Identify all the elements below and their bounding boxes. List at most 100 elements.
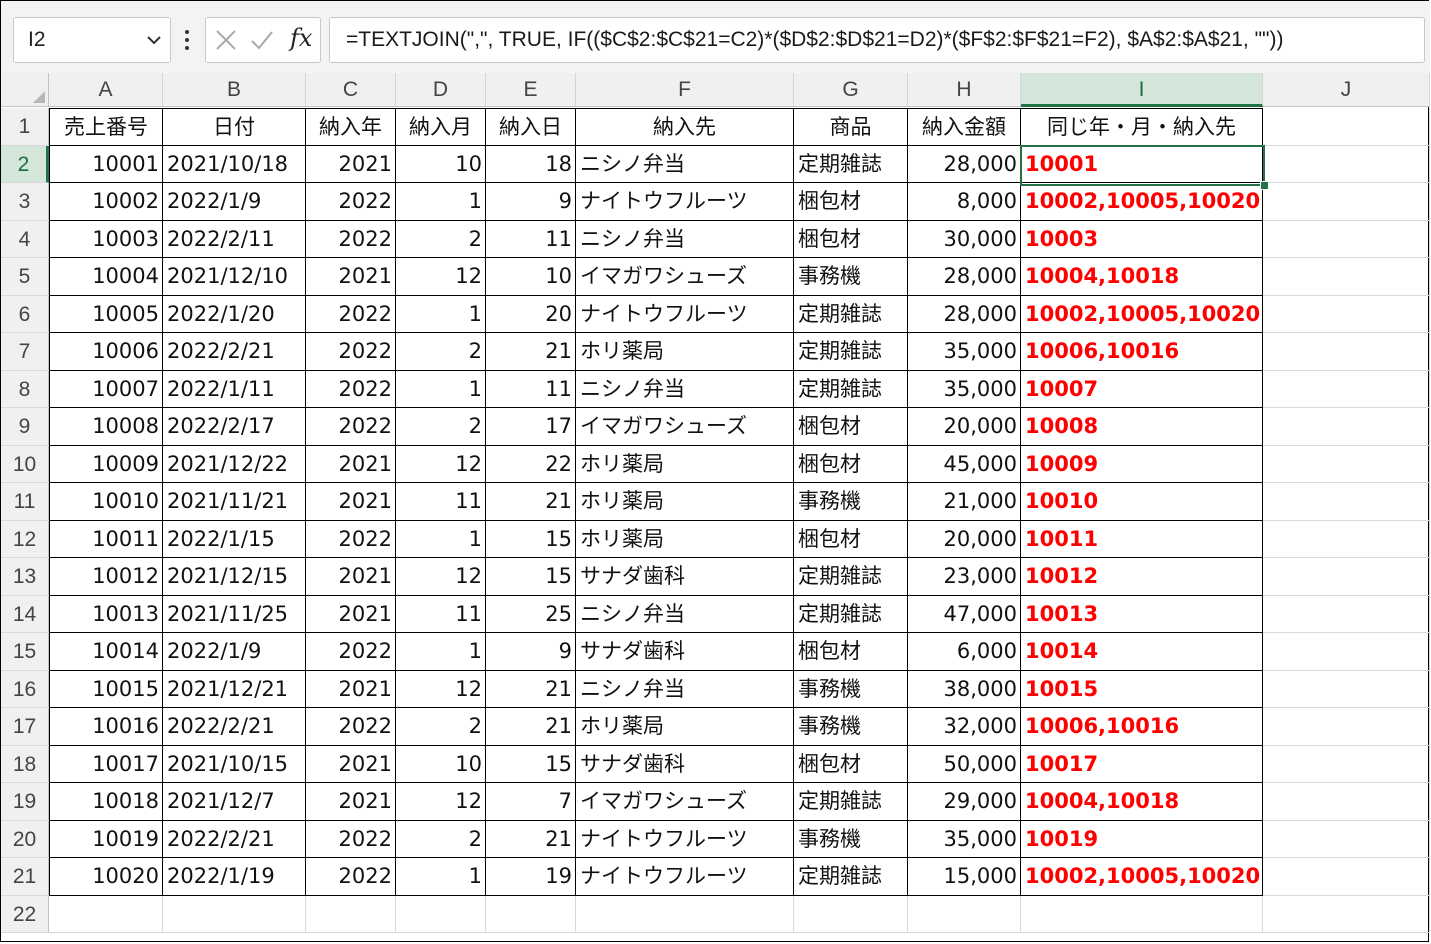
cell-C5[interactable]: 2021: [306, 258, 396, 296]
cell-F2[interactable]: ニシノ弁当: [576, 145, 794, 183]
cell-H9[interactable]: 20,000: [908, 408, 1021, 446]
cell-E17[interactable]: 21: [486, 708, 576, 746]
cell-A8[interactable]: 10007: [49, 370, 163, 408]
cell-E16[interactable]: 21: [486, 670, 576, 708]
row-header-20[interactable]: 20: [1, 820, 49, 858]
cell-A10[interactable]: 10009: [49, 445, 163, 483]
cell-E13[interactable]: 15: [486, 558, 576, 596]
cell-B10[interactable]: 2021/12/22: [163, 445, 306, 483]
cell-I13[interactable]: 10012: [1021, 558, 1263, 596]
cell-I11[interactable]: 10010: [1021, 483, 1263, 521]
formula-input[interactable]: =TEXTJOIN(",", TRUE, IF(($C$2:$C$21=C2)*…: [329, 17, 1425, 63]
cell-G7[interactable]: 定期雑誌: [794, 333, 908, 371]
cell-I6[interactable]: 10002,10005,10020: [1021, 295, 1263, 333]
cell-H4[interactable]: 30,000: [908, 220, 1021, 258]
cell-C20[interactable]: 2022: [306, 820, 396, 858]
cell-E3[interactable]: 9: [486, 183, 576, 221]
select-all-button[interactable]: [1, 73, 49, 107]
cell-B5[interactable]: 2021/12/10: [163, 258, 306, 296]
column-header-C[interactable]: C: [306, 73, 396, 107]
cell-H5[interactable]: 28,000: [908, 258, 1021, 296]
cell-I21[interactable]: 10002,10005,10020: [1021, 858, 1263, 896]
row-header-22[interactable]: 22: [1, 895, 49, 933]
column-header-I[interactable]: I: [1021, 73, 1263, 107]
header-cell-H[interactable]: 納入金額: [908, 108, 1021, 146]
insert-function-button[interactable]: fx: [290, 24, 312, 52]
row-header-16[interactable]: 16: [1, 670, 49, 708]
cell-C7[interactable]: 2022: [306, 333, 396, 371]
cell-C2[interactable]: 2021: [306, 145, 396, 183]
row-header-14[interactable]: 14: [1, 595, 49, 633]
cell-A5[interactable]: 10004: [49, 258, 163, 296]
cell-I4[interactable]: 10003: [1021, 220, 1263, 258]
cell-G11[interactable]: 事務機: [794, 483, 908, 521]
header-cell-F[interactable]: 納入先: [576, 108, 794, 146]
name-box[interactable]: I2: [13, 17, 171, 63]
cell-E21[interactable]: 19: [486, 858, 576, 896]
cell-B9[interactable]: 2022/2/17: [163, 408, 306, 446]
cell-D18[interactable]: 10: [396, 745, 486, 783]
row-header-12[interactable]: 12: [1, 520, 49, 558]
cell-I18[interactable]: 10017: [1021, 745, 1263, 783]
cell-I8[interactable]: 10007: [1021, 370, 1263, 408]
cell-F16[interactable]: ニシノ弁当: [576, 670, 794, 708]
cell-H14[interactable]: 47,000: [908, 595, 1021, 633]
cell-D3[interactable]: 1: [396, 183, 486, 221]
row-header-4[interactable]: 4: [1, 220, 49, 258]
cell-B3[interactable]: 2022/1/9: [163, 183, 306, 221]
cell-I3[interactable]: 10002,10005,10020: [1021, 183, 1263, 221]
cell-H10[interactable]: 45,000: [908, 445, 1021, 483]
cell-H2[interactable]: 28,000: [908, 145, 1021, 183]
fill-handle[interactable]: [1260, 181, 1269, 190]
cell-D14[interactable]: 11: [396, 595, 486, 633]
cell-I7[interactable]: 10006,10016: [1021, 333, 1263, 371]
cell-G19[interactable]: 定期雑誌: [794, 783, 908, 821]
cell-E12[interactable]: 15: [486, 520, 576, 558]
cell-D8[interactable]: 1: [396, 370, 486, 408]
cell-E4[interactable]: 11: [486, 220, 576, 258]
row-header-1[interactable]: 1: [1, 108, 49, 146]
cell-G17[interactable]: 事務機: [794, 708, 908, 746]
cell-F13[interactable]: サナダ歯科: [576, 558, 794, 596]
cell-B6[interactable]: 2022/1/20: [163, 295, 306, 333]
cell-F11[interactable]: ホリ薬局: [576, 483, 794, 521]
cell-F10[interactable]: ホリ薬局: [576, 445, 794, 483]
cell-E20[interactable]: 21: [486, 820, 576, 858]
cell-A6[interactable]: 10005: [49, 295, 163, 333]
column-header-B[interactable]: B: [163, 73, 306, 107]
cell-E10[interactable]: 22: [486, 445, 576, 483]
cell-I14[interactable]: 10013: [1021, 595, 1263, 633]
cell-B13[interactable]: 2021/12/15: [163, 558, 306, 596]
cell-C15[interactable]: 2022: [306, 633, 396, 671]
cell-H20[interactable]: 35,000: [908, 820, 1021, 858]
cell-B19[interactable]: 2021/12/7: [163, 783, 306, 821]
cell-D12[interactable]: 1: [396, 520, 486, 558]
x-icon[interactable]: [214, 28, 238, 52]
cell-G3[interactable]: 梱包材: [794, 183, 908, 221]
row-header-15[interactable]: 15: [1, 633, 49, 671]
column-header-D[interactable]: D: [396, 73, 486, 107]
cell-G21[interactable]: 定期雑誌: [794, 858, 908, 896]
row-header-21[interactable]: 21: [1, 858, 49, 896]
cell-E11[interactable]: 21: [486, 483, 576, 521]
row-header-2[interactable]: 2: [1, 145, 49, 183]
cell-F8[interactable]: ニシノ弁当: [576, 370, 794, 408]
cell-A11[interactable]: 10010: [49, 483, 163, 521]
cell-H16[interactable]: 38,000: [908, 670, 1021, 708]
cell-G20[interactable]: 事務機: [794, 820, 908, 858]
cell-A13[interactable]: 10012: [49, 558, 163, 596]
row-header-10[interactable]: 10: [1, 445, 49, 483]
cell-H13[interactable]: 23,000: [908, 558, 1021, 596]
cell-B11[interactable]: 2021/11/21: [163, 483, 306, 521]
cell-C14[interactable]: 2021: [306, 595, 396, 633]
cell-I15[interactable]: 10014: [1021, 633, 1263, 671]
cell-F6[interactable]: ナイトウフルーツ: [576, 295, 794, 333]
cell-C17[interactable]: 2022: [306, 708, 396, 746]
cell-F20[interactable]: ナイトウフルーツ: [576, 820, 794, 858]
cell-D21[interactable]: 1: [396, 858, 486, 896]
cell-E9[interactable]: 17: [486, 408, 576, 446]
cell-I2[interactable]: 10001: [1021, 145, 1263, 183]
row-header-19[interactable]: 19: [1, 783, 49, 821]
header-cell-E[interactable]: 納入日: [486, 108, 576, 146]
cell-E2[interactable]: 18: [486, 145, 576, 183]
